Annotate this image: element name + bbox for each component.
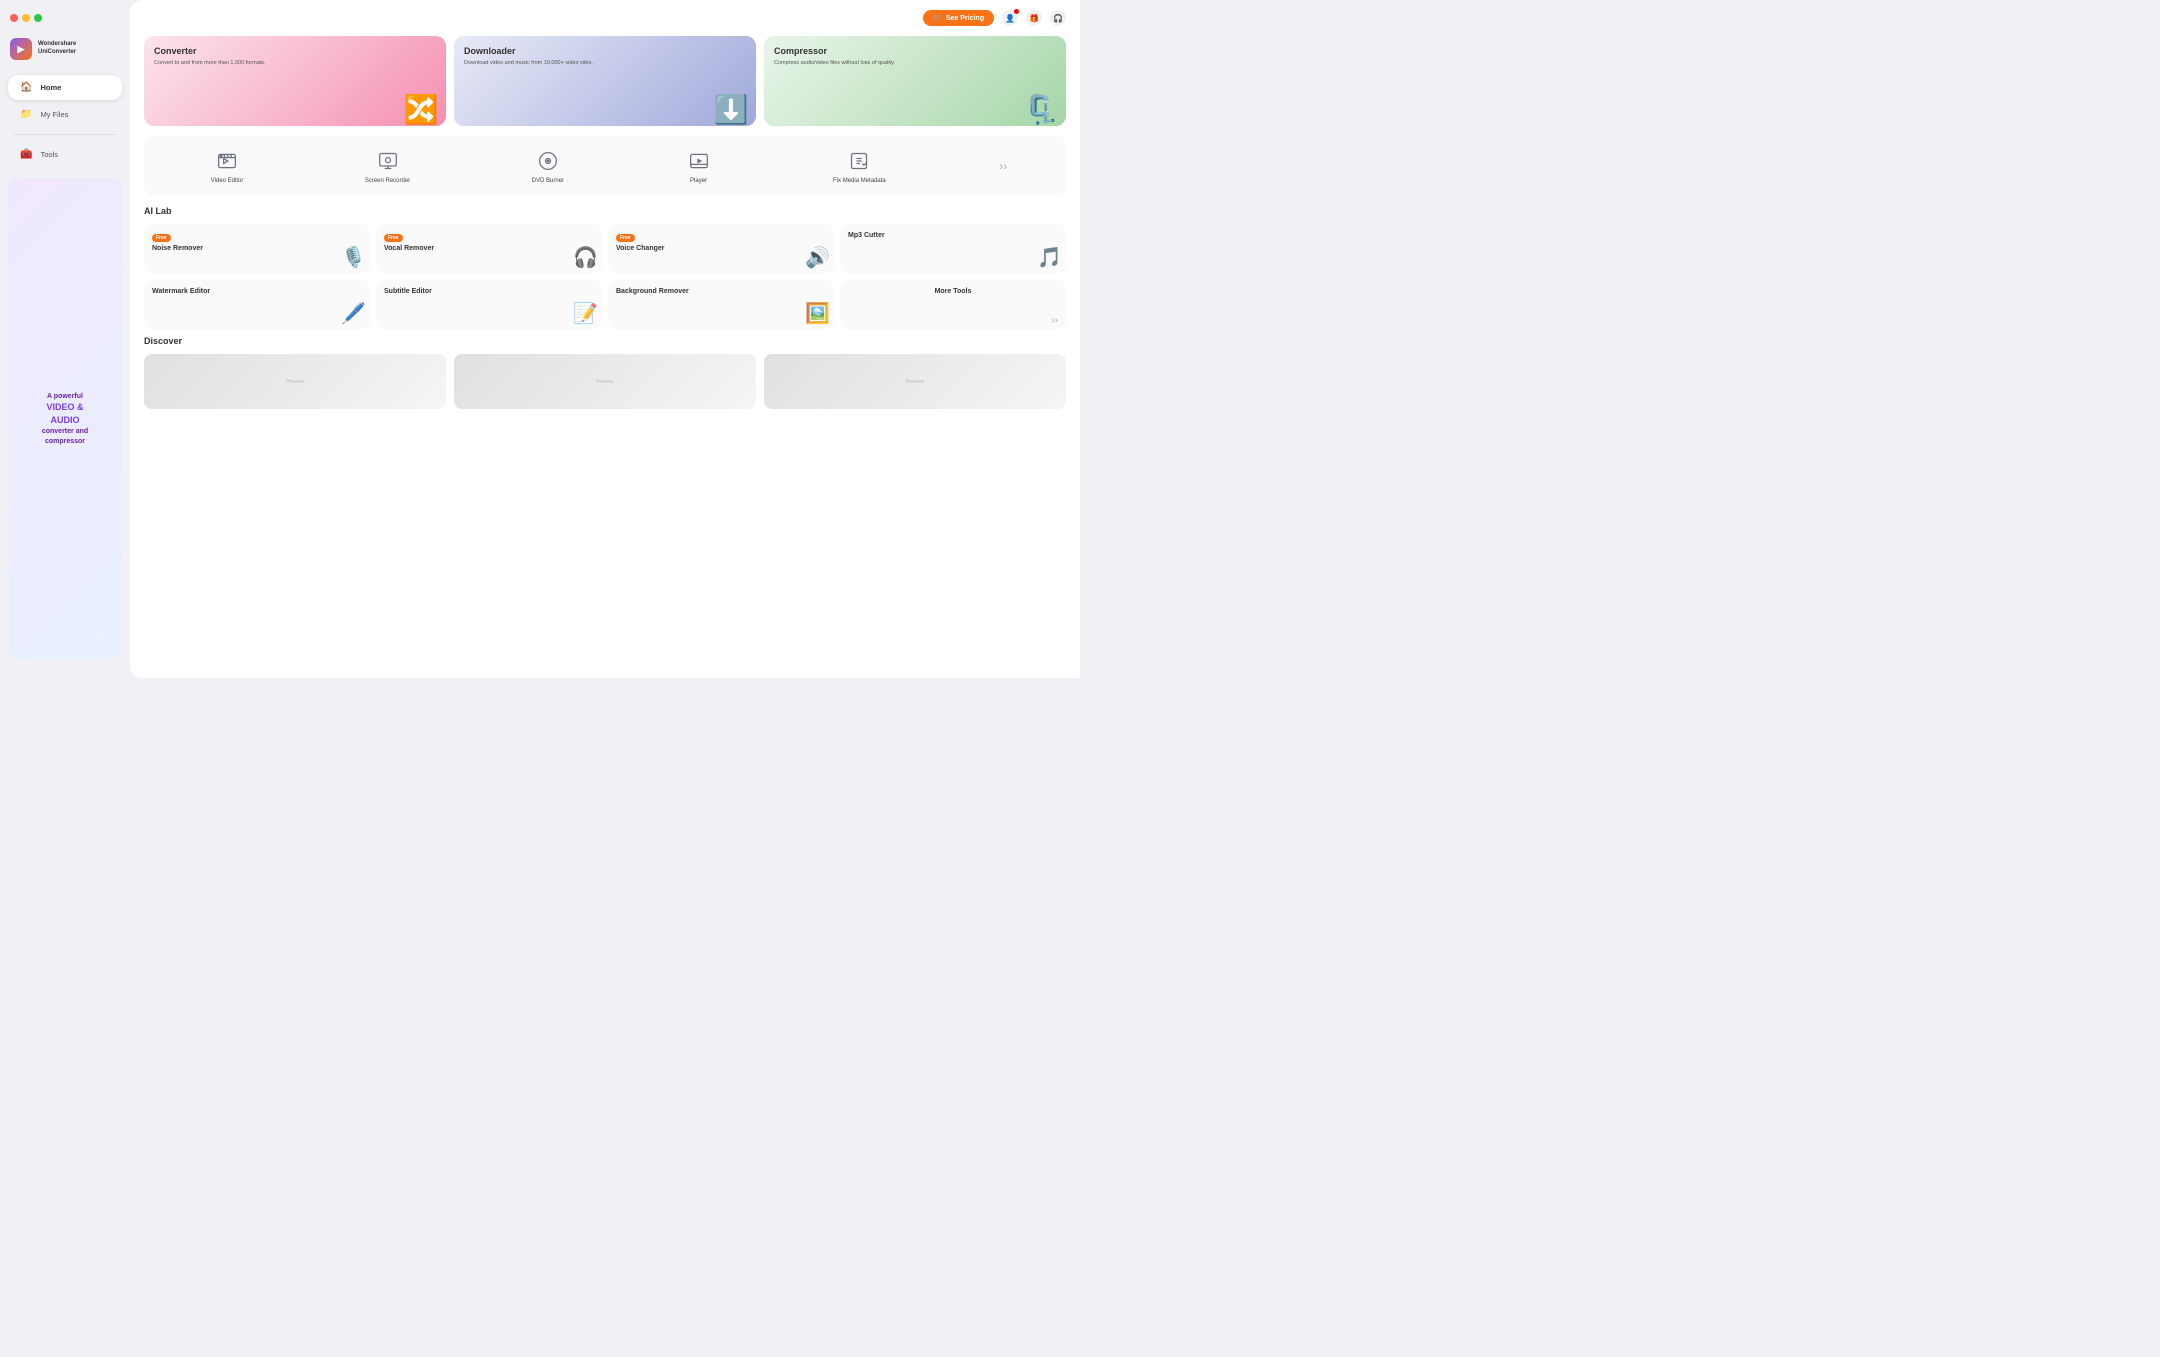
sidebar: ▶ Wondershare UniConverter 🏠 Home 📁 My F… xyxy=(0,0,130,678)
headset-icon[interactable]: 🎧 xyxy=(1050,10,1066,26)
watermark-editor-icon: 🖊️ xyxy=(341,301,366,326)
watermark-editor-title: Watermark Editor xyxy=(152,288,362,295)
tool-fix-media[interactable]: Fix Media Metadata xyxy=(825,144,894,188)
main-content: 🛒 See Pricing 👤 🎁 🎧 Converter Convert to… xyxy=(130,0,1080,678)
ai-card-background-remover[interactable]: Background Remover 🖼️ xyxy=(608,280,834,330)
background-remover-icon: 🖼️ xyxy=(805,301,830,326)
screen-recorder-icon xyxy=(375,148,401,174)
folder-icon: 📁 xyxy=(20,109,32,120)
fix-media-label: Fix Media Metadata xyxy=(833,178,886,184)
tools-more-arrow[interactable]: ›› xyxy=(999,159,1007,173)
compressor-card[interactable]: Compressor Compress audio/video files wi… xyxy=(764,36,1066,126)
sidebar-item-tools-label: Tools xyxy=(40,150,58,159)
see-pricing-label: See Pricing xyxy=(946,15,984,22)
dvd-burner-label: DVD Burner xyxy=(532,178,564,184)
ai-card-voice-changer[interactable]: Free Voice Changer 🔊 xyxy=(608,224,834,274)
mp3-cutter-icon: 🎵 xyxy=(1037,245,1062,270)
gift-icon[interactable]: 🎁 xyxy=(1026,10,1042,26)
noise-remover-title: Noise Remover xyxy=(152,245,362,252)
subtitle-editor-title: Subtitle Editor xyxy=(384,288,594,295)
cart-icon: 🛒 xyxy=(933,14,942,22)
noise-remover-icon: 🎙️ xyxy=(341,245,366,270)
tool-screen-recorder[interactable]: Screen Recorder xyxy=(357,144,418,188)
ai-card-vocal-remover[interactable]: Free Vocal Remover 🎧 xyxy=(376,224,602,274)
ai-card-more-tools[interactable]: More Tools ›› xyxy=(840,280,1066,330)
notification-dot xyxy=(1014,9,1019,14)
feature-cards: Converter Convert to and from more than … xyxy=(144,36,1066,126)
logo-icon: ▶ xyxy=(10,38,32,60)
mp3-cutter-title: Mp3 Cutter xyxy=(848,232,1058,239)
sidebar-item-myfiles-label: My Files xyxy=(40,110,68,119)
vocal-remover-icon: 🎧 xyxy=(573,245,598,270)
discover-card-3[interactable]: Preview xyxy=(764,354,1066,409)
converter-card[interactable]: Converter Convert to and from more than … xyxy=(144,36,446,126)
more-tools-title: More Tools xyxy=(935,288,972,295)
free-badge-noise: Free xyxy=(152,234,171,242)
minimize-button[interactable] xyxy=(22,14,30,22)
free-badge-vocal: Free xyxy=(384,234,403,242)
downloader-card[interactable]: Downloader Download video and music from… xyxy=(454,36,756,126)
tool-video-editor[interactable]: Video Editor xyxy=(203,144,252,188)
video-editor-label: Video Editor xyxy=(211,178,244,184)
ai-card-watermark-editor[interactable]: Watermark Editor 🖊️ xyxy=(144,280,370,330)
ai-lab-title: AI Lab xyxy=(144,206,1066,216)
compressor-3d-icon: 🗜️ xyxy=(1024,93,1059,126)
discover-card-2[interactable]: Preview xyxy=(454,354,756,409)
more-tools-arrow: ›› xyxy=(1051,315,1058,326)
ai-grid-row2: Watermark Editor 🖊️ Subtitle Editor 📝 Ba… xyxy=(144,280,1066,330)
converter-icon-area: 🔀 xyxy=(396,56,446,126)
player-label: Player xyxy=(690,178,707,184)
screen-recorder-label: Screen Recorder xyxy=(365,178,410,184)
background-remover-title: Background Remover xyxy=(616,288,826,295)
app-name: Wondershare UniConverter xyxy=(38,41,76,57)
app-logo: ▶ Wondershare UniConverter xyxy=(0,32,130,74)
video-editor-icon xyxy=(214,148,240,174)
tools-row: Video Editor Screen Recorder DVD Burner xyxy=(144,136,1066,196)
banner-text: A powerful VIDEO & AUDIO converter and c… xyxy=(42,392,88,447)
dvd-burner-icon xyxy=(535,148,561,174)
sidebar-banner: A powerful VIDEO & AUDIO converter and c… xyxy=(8,178,122,660)
voice-changer-icon: 🔊 xyxy=(805,245,830,270)
sidebar-item-tools[interactable]: 🧰 Tools xyxy=(8,142,122,167)
ai-grid-row1: Free Noise Remover 🎙️ Free Vocal Remover… xyxy=(144,224,1066,274)
downloader-icon-area: ⬇️ xyxy=(706,56,756,126)
downloader-desc: Download video and music from 10,000+ vi… xyxy=(464,60,633,68)
downloader-3d-icon: ⬇️ xyxy=(714,93,749,126)
header: 🛒 See Pricing 👤 🎁 🎧 xyxy=(144,10,1066,26)
tool-player[interactable]: Player xyxy=(678,144,720,188)
sidebar-divider xyxy=(14,134,116,135)
downloader-title: Downloader xyxy=(464,46,746,56)
converter-3d-icon: 🔀 xyxy=(404,93,439,126)
compressor-desc: Compress audio/video files without loss … xyxy=(774,60,943,68)
close-button[interactable] xyxy=(10,14,18,22)
discover-cards: Preview Preview Preview xyxy=(144,354,1066,409)
traffic-lights xyxy=(0,8,130,32)
player-icon xyxy=(686,148,712,174)
discover-title: Discover xyxy=(144,336,1066,346)
sidebar-item-home[interactable]: 🏠 Home xyxy=(8,75,122,100)
vocal-remover-title: Vocal Remover xyxy=(384,245,594,252)
voice-changer-title: Voice Changer xyxy=(616,245,826,252)
converter-desc: Convert to and from more than 1,000 form… xyxy=(154,60,323,68)
converter-title: Converter xyxy=(154,46,436,56)
free-badge-voice: Free xyxy=(616,234,635,242)
ai-card-mp3-cutter[interactable]: Mp3 Cutter 🎵 xyxy=(840,224,1066,274)
fix-media-icon xyxy=(846,148,872,174)
maximize-button[interactable] xyxy=(34,14,42,22)
discover-card-1[interactable]: Preview xyxy=(144,354,446,409)
sidebar-item-home-label: Home xyxy=(40,83,61,92)
subtitle-editor-icon: 📝 xyxy=(573,301,598,326)
home-icon: 🏠 xyxy=(20,82,32,93)
ai-card-subtitle-editor[interactable]: Subtitle Editor 📝 xyxy=(376,280,602,330)
compressor-icon-area: 🗜️ xyxy=(1016,56,1066,126)
tools-icon: 🧰 xyxy=(20,149,32,160)
sidebar-item-myfiles[interactable]: 📁 My Files xyxy=(8,102,122,127)
see-pricing-button[interactable]: 🛒 See Pricing xyxy=(923,10,994,26)
ai-card-noise-remover[interactable]: Free Noise Remover 🎙️ xyxy=(144,224,370,274)
tool-dvd-burner[interactable]: DVD Burner xyxy=(524,144,572,188)
ai-lab-section: AI Lab Free Noise Remover 🎙️ Free Vocal … xyxy=(144,206,1066,330)
compressor-title: Compressor xyxy=(774,46,1056,56)
user-icon[interactable]: 👤 xyxy=(1002,10,1018,26)
discover-section: Discover Preview Preview Preview xyxy=(144,336,1066,409)
